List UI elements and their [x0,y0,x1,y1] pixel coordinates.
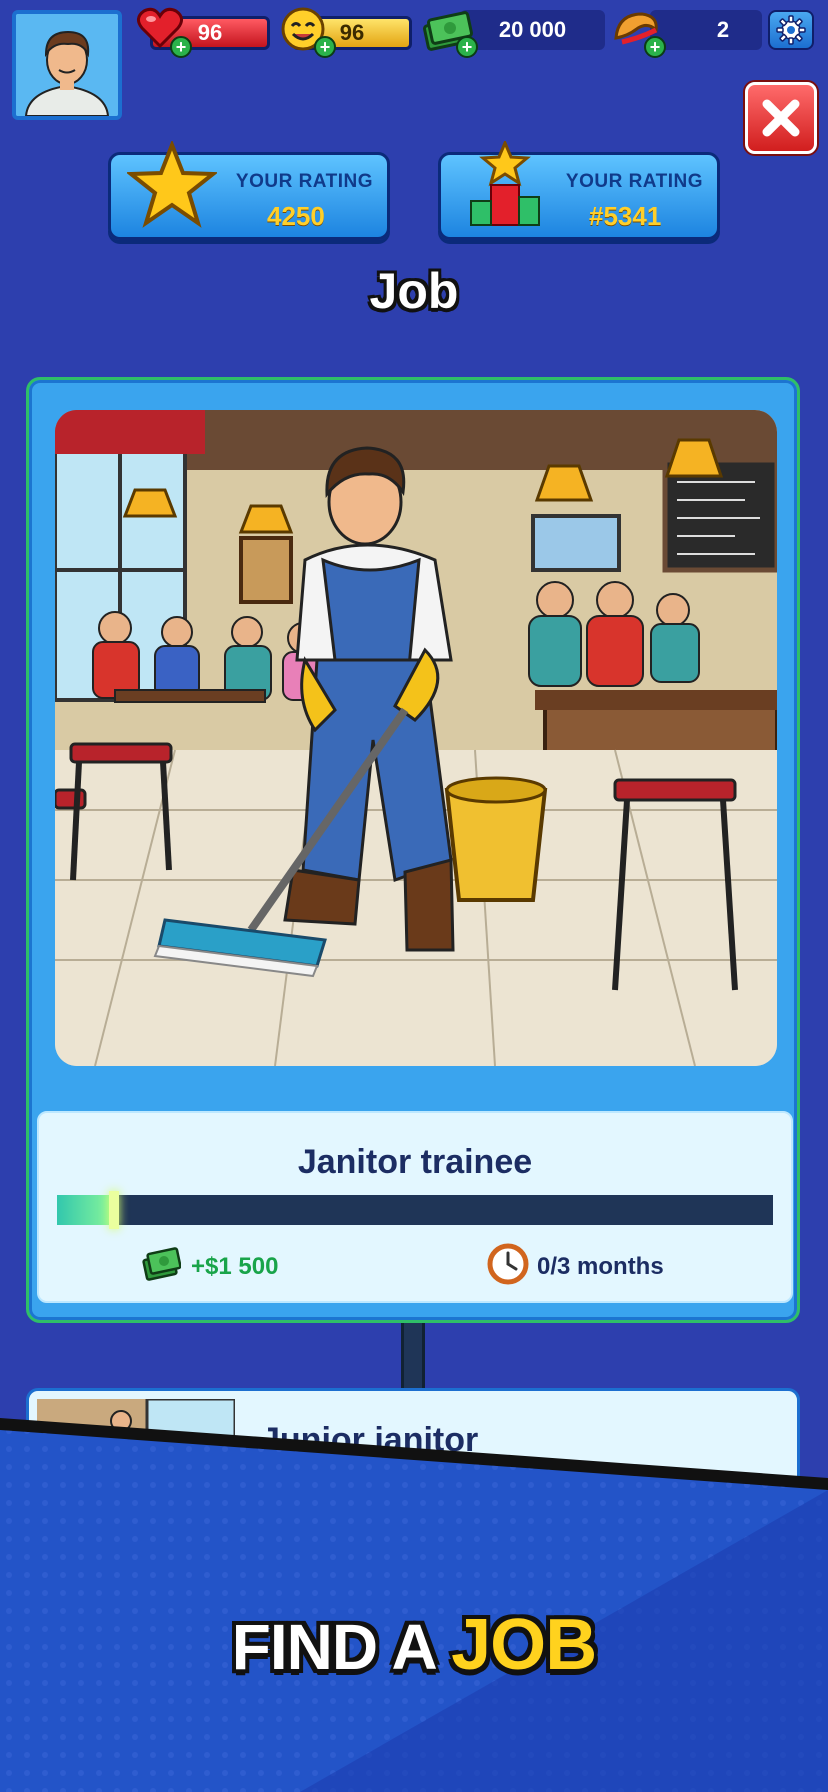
top-bar: 96 + 96 + 20 000 + 2 + [0,0,828,125]
add-money-button[interactable]: + [456,36,478,58]
add-tickets-button[interactable]: + [644,36,666,58]
rank-value: #5341 [589,201,662,231]
money-value: 20 000 [460,10,605,50]
player-avatar[interactable] [12,10,122,120]
job-duration: 0/3 months [537,1253,664,1280]
tickets-value: 2 [650,10,762,50]
close-button[interactable] [745,82,817,154]
rating-rank-card[interactable]: YOUR RATING #5341 [438,141,720,240]
job-salary: +$1 500 [191,1253,279,1280]
next-job-thumbnail [37,1397,237,1539]
close-icon [762,99,800,137]
current-job-card[interactable]: Janitor trainee +$1 500 0/3 months [26,377,800,1323]
gear-icon [776,15,806,45]
next-job-card[interactable]: Junior janitor [26,1388,800,1548]
next-job-image [37,1397,237,1539]
rating-label: YOUR RATING [235,171,373,192]
banner-text-find: FIND A [231,1611,452,1683]
podium-star-icon [470,141,540,226]
add-mood-button[interactable]: + [314,36,336,58]
next-job-title: Junior janitor [261,1421,479,1459]
job-progress-bar [57,1191,773,1229]
janitor-cafe-illustration [55,410,777,1066]
page-title: Job [369,263,459,319]
rating-score-card[interactable]: YOUR RATING 4250 [108,141,390,240]
job-progress-fill [57,1195,115,1225]
banner-text-job: JOB [451,1605,597,1685]
settings-button[interactable] [768,10,814,50]
rating-value: 4250 [267,201,325,231]
rank-label: YOUR RATING [565,171,703,192]
star-icon [127,141,217,228]
avatar-portrait-icon [16,14,118,116]
job-title: Janitor trainee [297,1143,533,1181]
job-info-panel: Janitor trainee +$1 500 0/3 months [37,1111,793,1303]
clock-icon [487,1243,529,1285]
banner-headline: FIND A JOB [0,1604,828,1686]
job-illustration [55,410,777,1066]
cash-icon [142,1247,181,1281]
job-progress-marker [109,1191,120,1229]
add-health-button[interactable]: + [170,36,192,58]
